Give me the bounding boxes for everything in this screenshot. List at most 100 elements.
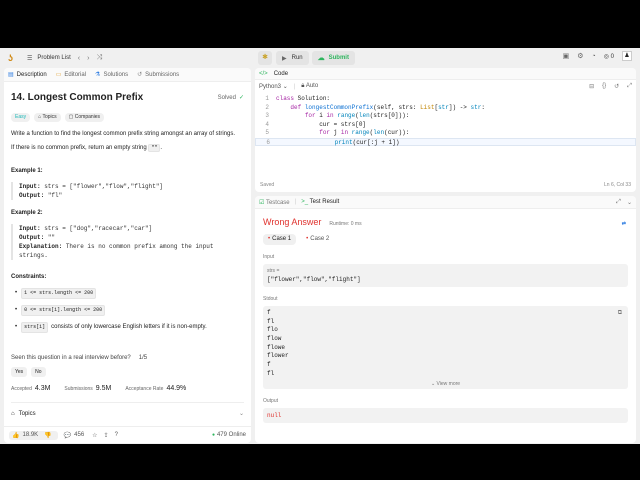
comments-button[interactable]: 💬 456 [64,432,85,439]
stdout-line: f [267,361,271,369]
yes-no-buttons: Yes No [11,367,244,377]
case-label: Case 1 [272,236,292,242]
code-editor-panel: </> Code Python3 ⌄ | 🔒︎ Auto ⊟ {} ↺ ⤢ 1 cl… [255,68,636,192]
code-line[interactable]: 3 for i in range(len(strs[0])): [255,112,636,121]
autocomplete-mode[interactable]: 🔒︎ Auto [301,83,318,90]
submit-button[interactable]: ☁ Submit [311,51,355,65]
constraint-text: consists of only lowercase English lette… [51,324,207,330]
inline-code: "" [148,144,161,152]
tab-submissions[interactable]: ↺ Submissions [137,71,179,79]
shuffle-icon[interactable]: ⤨ [96,54,102,62]
constraint-code: 0 <= strs[i].length <= 200 [21,305,106,316]
code-token: (cur[:j + 1]) [352,138,400,146]
input-label: Input: [19,225,41,232]
fullscreen-icon[interactable]: ⤢ [616,199,621,206]
input-value: strs = ["dog","racecar","car"] [40,225,153,232]
no-button[interactable]: No [31,367,46,377]
code-text: class Solution: [276,95,330,104]
fullscreen-icon[interactable]: ⤢ [627,83,632,90]
code-token: str [470,103,482,111]
code-token: : [481,103,485,111]
avatar[interactable]: ♟ [622,51,632,61]
code-area[interactable]: 1 class Solution: 2 def longestCommonPrefi… [255,93,636,146]
case-tab-2[interactable]: • Case 2 [301,234,334,245]
layout-icon[interactable]: ▣ [563,52,570,60]
example-2-block: Input: strs = ["dog","racecar","car"] Ou… [11,224,244,260]
leetcode-logo-icon[interactable]: ʖ [8,53,17,64]
testcase-tab-label: Testcase [265,199,290,206]
notifications-icon[interactable]: ◔ [592,53,596,60]
code-token: (strs[0])): [369,112,410,119]
case-tab-1[interactable]: • Case 1 [263,234,297,245]
view-more-button[interactable]: ⌄ View more [267,381,624,387]
page-title[interactable]: 14. Longest Common Prefix [11,92,244,103]
companies-tag-label: Companies [74,114,101,120]
prev-problem-icon[interactable]: ‹ [78,55,80,62]
code-line[interactable]: 4 cur = strs[0] [255,121,636,130]
share-icon[interactable]: ⇪ [104,432,109,439]
star-icon[interactable]: ☆ [92,432,97,439]
reset-icon[interactable]: ↺ [614,83,619,90]
chevron-down-icon[interactable]: ⌄ [627,199,632,206]
copy-icon[interactable]: ⧉ [618,310,622,317]
companies-tag[interactable]: ▢ Companies [64,113,105,122]
line-number: 1 [265,95,269,102]
code-token: i [315,112,327,119]
problem-list-link[interactable]: Problem List [37,55,70,61]
stdout-line: fl [267,369,275,377]
stdout-line: flower [267,352,289,360]
mode-value: Auto [305,83,319,89]
result-panel: ☑ Testcase | >_ Test Result ⤢ ⌄ Wrong An… [255,196,636,443]
code-text: for j in range(len(cur)): [276,129,409,138]
flask-icon: ⚗ [95,72,101,78]
code-token: cur = strs[0] [276,120,367,128]
output-value: null [267,411,282,419]
cursor-position: Ln 6, Col 33 [604,182,631,188]
run-button[interactable]: ▶ Run [276,51,309,65]
coins-count[interactable]: ◎ 0 [604,53,614,60]
output-value: "" [44,234,56,241]
line-number: 4 [265,120,269,128]
bookmark-icon[interactable]: ⊟ [589,83,594,90]
example-1-output: Output: "fl" [19,191,244,200]
code-line[interactable]: 1 class Solution: [255,95,636,104]
example-2-title: Example 2: [11,210,43,216]
yes-button[interactable]: Yes [11,367,28,377]
code-token: (cur)): [384,129,410,136]
terminal-icon: >_ [301,199,310,205]
debug-button[interactable]: ✱ [258,51,272,65]
brackets-icon[interactable]: {} [602,83,606,90]
line-number: 3 [265,112,269,119]
tab-testcase[interactable]: ☑ Testcase [259,199,290,206]
code-line[interactable]: 5 for j in range(len(cur)): [255,129,636,138]
help-icon[interactable]: ? [115,432,118,438]
example-1-block: Input: strs = ["flower","flow","flight"]… [11,182,244,200]
line-number: 6 [266,138,270,146]
tab-test-result[interactable]: >_ Test Result [301,199,339,205]
topics-section[interactable]: ⌂ Topics ⌄ [11,402,244,417]
code-line[interactable]: 2 def longestCommonPrefix(self, strs: Li… [255,104,636,113]
solved-status: Solved ✓ [218,94,244,101]
code-token: for [319,129,331,136]
constraints-list: • 1 <= strs.length <= 200 • 0 <= strs[i].l… [11,288,244,333]
example-1-input: Input: strs = ["flower","flow","flight"] [19,182,244,191]
settings-icon[interactable]: ⚙ [577,52,583,60]
list-icon[interactable]: ☰ [27,55,32,62]
like-button[interactable]: 👍 18.9K 👎 [9,430,58,440]
language-select[interactable]: Python3 ⌄ [259,83,288,90]
tab-description[interactable]: ▤ Description [8,71,47,79]
output-value: "fl" [44,192,63,199]
topics-tag[interactable]: ⌂ Topics [34,113,61,122]
likes-count: 18.9K [22,432,39,438]
next-problem-icon[interactable]: › [87,55,89,62]
code-line[interactable]: 6 print(cur[:j + 1]) [255,137,636,146]
debug-share-icon[interactable]: ⇄ [622,221,626,227]
book-icon: ▭ [55,72,62,78]
thumbs-up-icon: 👍 [12,432,20,439]
runtime: Runtime: 0 ms [329,221,362,227]
tab-solutions[interactable]: ⚗ Solutions [95,71,128,79]
tab-editorial[interactable]: ▭ Editorial [55,71,86,79]
comments-count: 456 [74,432,85,438]
input-variable: strs = [267,268,280,274]
